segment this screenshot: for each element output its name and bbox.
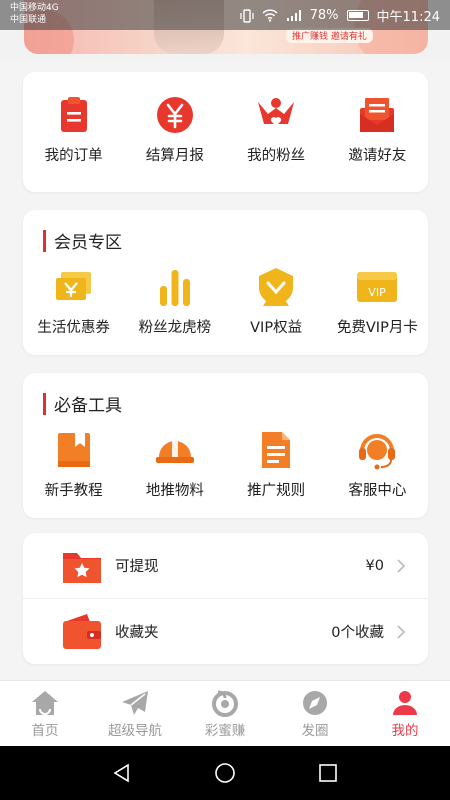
profile-icon [393, 691, 417, 715]
banner-caption: 推广赚钱 邀请有礼 [286, 28, 373, 43]
back-icon[interactable] [111, 762, 133, 784]
favorites-value: 0个收藏 [331, 625, 384, 641]
fans-icon [258, 98, 295, 126]
promo-rules-label: 推广规则 [247, 483, 306, 499]
tab-caimi-earn[interactable]: 彩蜜赚 [180, 681, 270, 746]
vip-benefits-label: VIP权益 [250, 320, 303, 336]
vip-card-text: VIP [369, 286, 387, 299]
bookmark-icon [57, 433, 90, 467]
recents-icon[interactable] [317, 762, 339, 784]
helmet-icon [155, 437, 194, 463]
withdrawable-row[interactable]: 可提现 ¥0 [23, 533, 428, 598]
quick-actions-card: 我的订单 结算月报 我的粉丝 邀请好友 [23, 72, 428, 192]
envelope-icon [360, 98, 395, 132]
coupon-icon [55, 272, 91, 300]
carrier-2: 中国联通 [10, 15, 47, 25]
section-header: 会员专区 [43, 228, 122, 253]
battery-icon [346, 10, 369, 21]
vibrate-icon [240, 8, 254, 23]
tab-home[interactable]: 首页 [0, 681, 90, 746]
document-icon [262, 432, 291, 468]
vip-badge-icon [259, 268, 294, 306]
chevron-right-icon [397, 624, 406, 639]
fans-ranking-label: 粉丝龙虎榜 [138, 320, 212, 336]
signal-icon [286, 10, 301, 21]
member-zone-card: 会员专区 生活优惠券 粉丝龙虎榜 VIP权益 VIP 免费VIP月卡 [23, 210, 428, 355]
bottom-tab-bar: 首页 超级导航 彩蜜赚 发圈 我的 [0, 680, 450, 746]
wifi-icon [262, 9, 278, 22]
monthly-settlement-button[interactable]: 结算月报 [124, 94, 225, 165]
clipboard-icon [60, 97, 87, 132]
clock: 中午11:24 [376, 10, 440, 25]
monthly-settlement-label: 结算月报 [145, 148, 204, 164]
battery-percent: 78% [309, 8, 339, 23]
promo-rules-button[interactable]: 推广规则 [226, 429, 327, 500]
invite-friends-button[interactable]: 邀请好友 [327, 94, 428, 165]
carrier-info: 中国移动4G 中国联通 [10, 2, 59, 26]
my-orders-button[interactable]: 我的订单 [23, 94, 124, 165]
life-coupons-label: 生活优惠券 [37, 320, 110, 336]
beginner-tutorial-button[interactable]: 新手教程 [23, 429, 124, 500]
folder-star-icon [63, 552, 101, 583]
my-orders-label: 我的订单 [44, 148, 103, 164]
my-fans-button[interactable]: 我的粉丝 [226, 94, 327, 165]
free-vip-card-button[interactable]: VIP 免费VIP月卡 [327, 266, 428, 337]
tab-moments[interactable]: 发圈 [270, 681, 360, 746]
invite-friends-label: 邀请好友 [348, 148, 407, 164]
tab-profile[interactable]: 我的 [360, 681, 450, 746]
member-zone-title: 会员专区 [54, 233, 122, 253]
carrier-1: 中国移动4G [10, 3, 59, 13]
customer-service-label: 客服中心 [348, 483, 407, 499]
my-fans-label: 我的粉丝 [247, 148, 306, 164]
section-accent-bar [43, 392, 46, 415]
yen-coin-icon [156, 97, 193, 133]
tab-moments-label: 发圈 [301, 723, 329, 739]
favorites-row[interactable]: 收藏夹 0个收藏 [23, 599, 428, 664]
paper-plane-icon [122, 691, 148, 715]
life-coupons-button[interactable]: 生活优惠券 [23, 266, 124, 337]
favorites-label: 收藏夹 [115, 625, 159, 641]
wallet-icon [63, 613, 101, 649]
status-bar: 中国移动4G 中国联通 78% 中午11:24 [0, 0, 450, 30]
system-nav-bar [0, 746, 450, 800]
account-card: 可提现 ¥0 收藏夹 0个收藏 [23, 533, 428, 664]
promo-materials-button[interactable]: 地推物料 [124, 429, 225, 500]
swirl-icon [212, 690, 238, 717]
tools-card: 必备工具 新手教程 地推物料 推广规则 客服中心 [23, 373, 428, 518]
withdrawable-value: ¥0 [365, 557, 384, 574]
beginner-tutorial-label: 新手教程 [44, 483, 103, 499]
home-circle-icon[interactable] [214, 762, 236, 784]
section-header: 必备工具 [43, 391, 122, 416]
free-vip-card-label: 免费VIP月卡 [336, 320, 418, 336]
compass-icon [303, 691, 327, 715]
chevron-right-icon [397, 558, 406, 573]
customer-service-button[interactable]: 客服中心 [327, 429, 428, 500]
ranking-bars-icon [159, 270, 190, 306]
section-accent-bar [43, 229, 46, 252]
home-icon [32, 691, 58, 715]
tab-super-nav-label: 超级导航 [108, 723, 162, 739]
promo-materials-label: 地推物料 [145, 483, 204, 499]
tab-caimi-earn-label: 彩蜜赚 [204, 723, 246, 739]
tools-title: 必备工具 [54, 396, 122, 416]
headset-icon [359, 434, 396, 470]
vip-card-icon: VIP [357, 272, 398, 302]
fans-ranking-button[interactable]: 粉丝龙虎榜 [124, 266, 225, 337]
tab-profile-label: 我的 [391, 723, 419, 739]
vip-benefits-button[interactable]: VIP权益 [226, 266, 327, 337]
withdrawable-label: 可提现 [115, 559, 159, 575]
tab-super-nav[interactable]: 超级导航 [90, 681, 180, 746]
tab-home-label: 首页 [31, 723, 59, 739]
